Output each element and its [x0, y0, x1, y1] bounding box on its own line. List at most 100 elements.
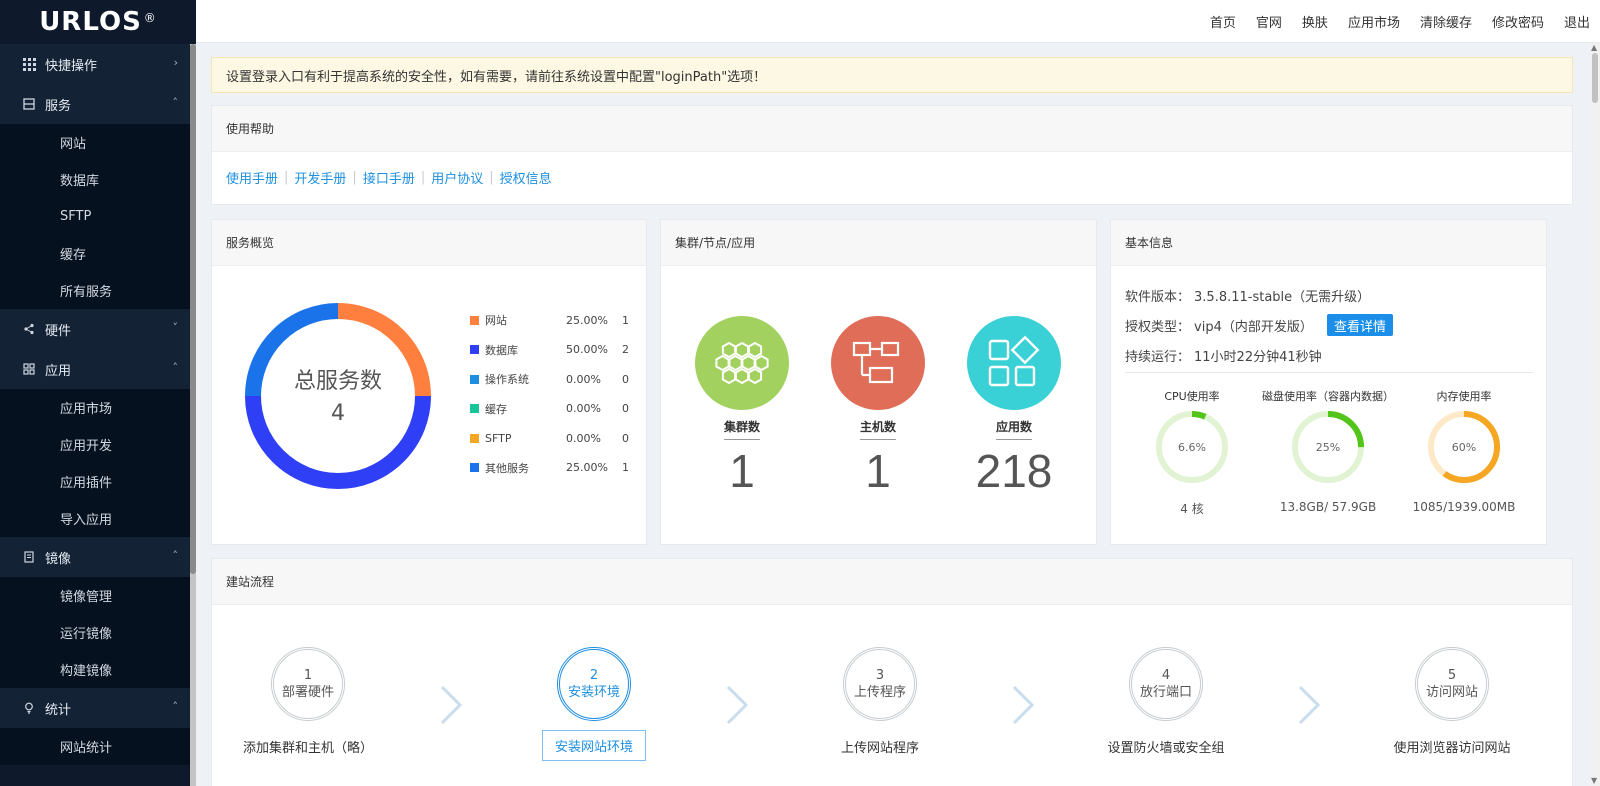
sidebar-item[interactable]: 数据库: [0, 161, 196, 198]
brand-name: URLOS: [39, 7, 142, 37]
document-icon: [22, 550, 36, 564]
sidebar-group-3[interactable]: 应用 ˄: [0, 349, 196, 389]
flow-step[interactable]: 4 放行端口 设置防火墙或安全组: [1066, 647, 1266, 756]
step-description[interactable]: 安装网站环境: [541, 730, 646, 761]
legend-name: 数据库: [485, 343, 518, 357]
top-nav-link[interactable]: 应用市场: [1348, 12, 1400, 31]
legend-item[interactable]: 其他服务 25.00% 1: [470, 460, 629, 476]
stat-label: 主机数: [859, 418, 896, 440]
gauge-percent: 25%: [1316, 441, 1340, 454]
uptime-value: 11小时22分钟41秒钟: [1194, 350, 1322, 365]
sidebar-item[interactable]: 运行镜像: [0, 614, 196, 651]
step-number: 4: [1161, 668, 1171, 683]
uptime-label: 持续运行：: [1125, 350, 1191, 365]
gauge-ring: 25%: [1292, 411, 1364, 483]
services-panel-title: 服务概览: [212, 220, 646, 266]
help-link[interactable]: 使用手册: [226, 168, 278, 187]
sidebar-item[interactable]: 应用市场: [0, 389, 196, 426]
top-nav-link[interactable]: 官网: [1256, 12, 1282, 31]
sidebar: URLOS ® 快捷操作 › 服务 ˄ 网站 数据库 SFTP 缓存 所有服务 硬件 ˅ 应用 ˄ 应用市场…: [0, 0, 196, 786]
stat-value: 1: [865, 445, 891, 497]
version-label: 软件版本：: [1125, 290, 1191, 305]
sidebar-item[interactable]: 所有服务: [0, 272, 196, 309]
build-flow-panel: 建站流程 1 部署硬件 添加集群和主机（略） 2 安装环境安装网站环境 3 上传程序 上传网站…: [211, 558, 1573, 786]
link-separator: |: [284, 170, 289, 185]
legend-swatch: [470, 433, 479, 443]
donut-center-total: 4: [331, 401, 345, 426]
link-separator: |: [352, 170, 357, 185]
build-flow-panel-title: 建站流程: [212, 559, 1572, 605]
stat-card[interactable]: 主机数 1: [831, 316, 925, 498]
help-link[interactable]: 用户协议: [431, 168, 483, 187]
legend-name: SFTP: [485, 431, 512, 445]
stat-value: 1: [729, 445, 755, 497]
info-divider: [1125, 372, 1533, 373]
sidebar-item[interactable]: 网站统计: [0, 728, 196, 765]
help-link[interactable]: 授权信息: [500, 168, 552, 187]
legend-count: 0: [622, 372, 629, 386]
flow-step[interactable]: 3 上传程序 上传网站程序: [780, 647, 980, 756]
top-nav-link[interactable]: 首页: [1210, 12, 1236, 31]
legend-count: 1: [622, 313, 629, 327]
stat-card[interactable]: 应用数 218: [967, 316, 1061, 498]
legend-swatch: [470, 345, 479, 354]
sidebar-group-2[interactable]: 硬件 ˅: [0, 309, 196, 349]
sidebar-group-label: 镜像: [45, 551, 72, 567]
legend-name: 操作系统: [485, 373, 529, 386]
sidebar-item[interactable]: 构建镜像: [0, 651, 196, 688]
sidebar-item[interactable]: 镜像管理: [0, 577, 196, 614]
license-label: 授权类型：: [1125, 320, 1191, 335]
version-row: 软件版本： 3.5.8.11-stable（无需升级）: [1125, 286, 1370, 305]
top-nav-link[interactable]: 换肤: [1302, 12, 1328, 31]
view-details-button[interactable]: 查看详情: [1327, 314, 1394, 336]
sidebar-group-0[interactable]: 快捷操作 ›: [0, 44, 196, 84]
sidebar-submenu: 网站 数据库 SFTP 缓存 所有服务: [0, 124, 196, 309]
help-link[interactable]: 接口手册: [363, 168, 415, 187]
sidebar-group-1[interactable]: 服务 ˄: [0, 84, 196, 124]
flow-step[interactable]: 1 部署硬件 添加集群和主机（略）: [208, 647, 408, 756]
sidebar-item[interactable]: 应用开发: [0, 426, 196, 463]
usage-gauge: 磁盘使用率（容器内数据） 25% 13.8GB/ 57.9GB: [1253, 388, 1403, 514]
stat-value: 218: [975, 445, 1053, 497]
grid-icon: [22, 57, 36, 71]
scroll-down-icon[interactable]: ▼: [1591, 776, 1597, 785]
chevron-up-icon: ˄: [172, 549, 179, 562]
scroll-up-icon[interactable]: ▲: [1591, 43, 1597, 52]
sidebar-group-4[interactable]: 镜像 ˄: [0, 537, 196, 577]
stat-card[interactable]: 集群数 1: [695, 316, 789, 498]
sidebar-item[interactable]: 应用插件: [0, 463, 196, 500]
step-circle: 2 安装环境: [557, 647, 631, 721]
top-nav-link[interactable]: 清除缓存: [1420, 12, 1472, 31]
legend-swatch: [470, 463, 479, 472]
step-number: 5: [1447, 668, 1457, 683]
step-description: 添加集群和主机（略）: [242, 741, 373, 756]
sidebar-item[interactable]: 网站: [0, 124, 196, 161]
chevron-up-icon: ˄: [172, 700, 179, 713]
main-scrollbar[interactable]: ▲ ▼: [1590, 43, 1600, 786]
sidebar-item[interactable]: 缓存: [0, 235, 196, 272]
sidebar-group-5[interactable]: 统计 ˄: [0, 688, 196, 728]
flow-step[interactable]: 2 安装环境安装网站环境: [494, 647, 694, 761]
help-panel: 使用帮助 使用手册 | 开发手册 | 接口手册 | 用户协议 | 授权信息: [211, 105, 1573, 205]
step-name: 放行端口: [1139, 685, 1192, 700]
sidebar-item[interactable]: SFTP: [0, 198, 196, 235]
top-nav-link[interactable]: 退出: [1564, 12, 1590, 31]
gauge-ring: 60%: [1428, 411, 1500, 483]
sidebar-item[interactable]: 导入应用: [0, 500, 196, 537]
flow-step[interactable]: 5 访问网站 使用浏览器访问网站: [1352, 647, 1552, 756]
top-nav-link[interactable]: 修改密码: [1492, 12, 1544, 31]
stat-label: 应用数: [995, 418, 1032, 440]
sidebar-submenu: 镜像管理 运行镜像 构建镜像: [0, 577, 196, 688]
step-number: 1: [303, 668, 313, 683]
main-scrollbar-thumb[interactable]: [1592, 53, 1598, 103]
stat-label: 集群数: [723, 418, 760, 440]
brand-logo[interactable]: URLOS ®: [0, 0, 196, 44]
legend-item[interactable]: 操作系统 0.00% 0: [470, 371, 629, 387]
legend-item[interactable]: 缓存 0.00% 0: [470, 401, 629, 417]
legend-item[interactable]: 网站 25.00% 1: [470, 312, 629, 328]
legend-item[interactable]: SFTP 0.00% 0: [470, 430, 629, 446]
sidebar-group-label: 硬件: [45, 323, 72, 339]
help-link[interactable]: 开发手册: [294, 168, 346, 187]
link-separator: |: [489, 170, 494, 185]
legend-item[interactable]: 数据库 50.00% 2: [470, 342, 629, 358]
